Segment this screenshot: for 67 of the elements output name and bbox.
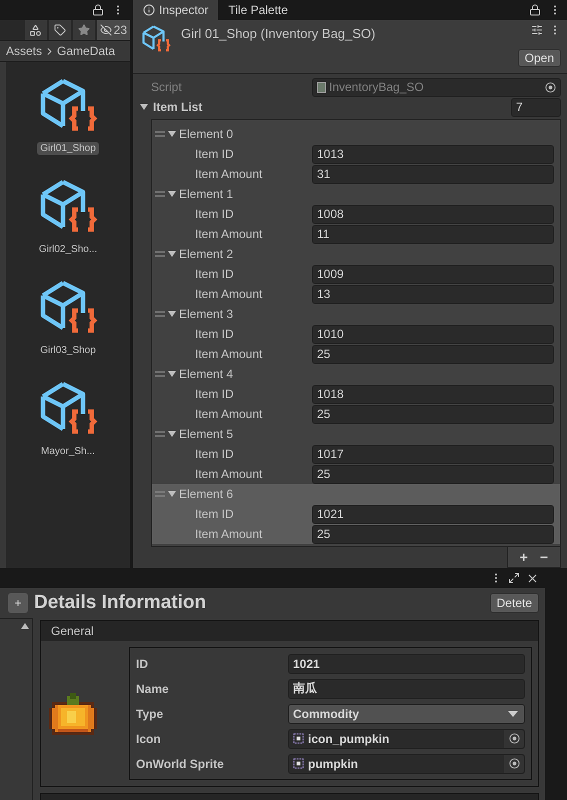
element-label: Element 5 bbox=[179, 427, 234, 441]
field-label: Item ID bbox=[195, 387, 235, 401]
field-label: Item Amount bbox=[195, 167, 264, 181]
number-field[interactable]: 1013 bbox=[312, 144, 554, 164]
object-field[interactable]: icon_pumpkin bbox=[288, 728, 525, 748]
add-element-button[interactable]: + bbox=[516, 549, 532, 565]
list-size-field[interactable]: 7 bbox=[511, 98, 561, 116]
field-label: Item ID bbox=[195, 507, 235, 521]
element-label: Element 0 bbox=[179, 127, 234, 141]
field-label: Item Amount bbox=[195, 287, 264, 301]
element-label: Element 2 bbox=[179, 247, 234, 261]
element-label: Element 3 bbox=[179, 307, 234, 321]
field-label: OnWorld Sprite bbox=[136, 756, 225, 770]
panel-title: Details Information bbox=[34, 592, 206, 614]
list-label: Item List bbox=[153, 100, 204, 114]
element-label: Element 4 bbox=[179, 367, 234, 381]
field-label: Icon bbox=[136, 732, 162, 746]
object-field[interactable]: pumpkin bbox=[288, 754, 525, 774]
field-label: Type bbox=[136, 706, 164, 720]
field-label: Item ID bbox=[195, 147, 235, 161]
number-field[interactable]: 1010 bbox=[312, 324, 554, 344]
number-field[interactable]: 1008 bbox=[312, 204, 554, 224]
hidden-packages-button[interactable]: 23 bbox=[96, 20, 130, 40]
number-field[interactable]: 1017 bbox=[312, 444, 554, 464]
number-field[interactable]: 11 bbox=[312, 224, 554, 244]
inspector-title: Girl 01_Shop (Inventory Bag_SO) bbox=[181, 26, 376, 43]
element-label: Element 1 bbox=[179, 187, 234, 201]
number-field[interactable]: 1009 bbox=[312, 264, 554, 284]
number-field[interactable]: 13 bbox=[312, 284, 554, 304]
number-field[interactable]: 25 bbox=[312, 464, 554, 484]
text-field[interactable]: 1021 bbox=[288, 654, 525, 674]
field-label: Item Amount bbox=[195, 407, 264, 421]
list-element-header[interactable]: Element 6 bbox=[152, 484, 560, 504]
field-label: Script bbox=[151, 80, 183, 94]
number-field[interactable]: 31 bbox=[312, 164, 554, 184]
panel-tab[interactable]: Tile Palette bbox=[218, 0, 298, 20]
breadcrumb-item[interactable]: Assets bbox=[6, 44, 42, 58]
number-field[interactable]: 1021 bbox=[312, 504, 554, 524]
number-field[interactable]: 25 bbox=[312, 344, 554, 364]
breadcrumb-item[interactable]: GameData bbox=[57, 44, 116, 58]
asset-name[interactable]: Girl01_Shop bbox=[37, 142, 99, 155]
remove-element-button[interactable]: − bbox=[536, 549, 552, 565]
number-field[interactable]: 25 bbox=[312, 524, 554, 544]
delete-button[interactable]: Detete bbox=[490, 593, 539, 613]
element-label: Element 6 bbox=[179, 487, 234, 501]
open-button[interactable]: Open bbox=[518, 49, 561, 67]
field-label: Item Amount bbox=[195, 227, 264, 241]
field-label: ID bbox=[136, 656, 149, 670]
field-label: Item ID bbox=[195, 447, 235, 461]
number-field[interactable]: 25 bbox=[312, 404, 554, 424]
text-field[interactable]: 南瓜 bbox=[288, 678, 525, 698]
asset-name[interactable]: Girl03_Shop bbox=[37, 344, 99, 357]
add-button[interactable]: + bbox=[8, 593, 28, 613]
asset-name[interactable]: Girl02_Sho... bbox=[36, 243, 100, 256]
field-label: Item ID bbox=[195, 327, 235, 341]
field-label: Item ID bbox=[195, 267, 235, 281]
field-label: Item Amount bbox=[195, 527, 264, 541]
section-header: General bbox=[41, 621, 538, 641]
field-label: Name bbox=[136, 682, 170, 696]
field-label: Item Amount bbox=[195, 347, 264, 361]
field-label: Item Amount bbox=[195, 467, 264, 481]
field-label: Item ID bbox=[195, 207, 235, 221]
asset-name[interactable]: Mayor_Sh... bbox=[38, 445, 98, 458]
panel-tab[interactable]: Inspector bbox=[133, 0, 218, 20]
script-field[interactable]: InventoryBag_SO bbox=[312, 78, 561, 96]
number-field[interactable]: 1018 bbox=[312, 384, 554, 404]
type-dropdown[interactable]: Commodity bbox=[288, 704, 525, 724]
